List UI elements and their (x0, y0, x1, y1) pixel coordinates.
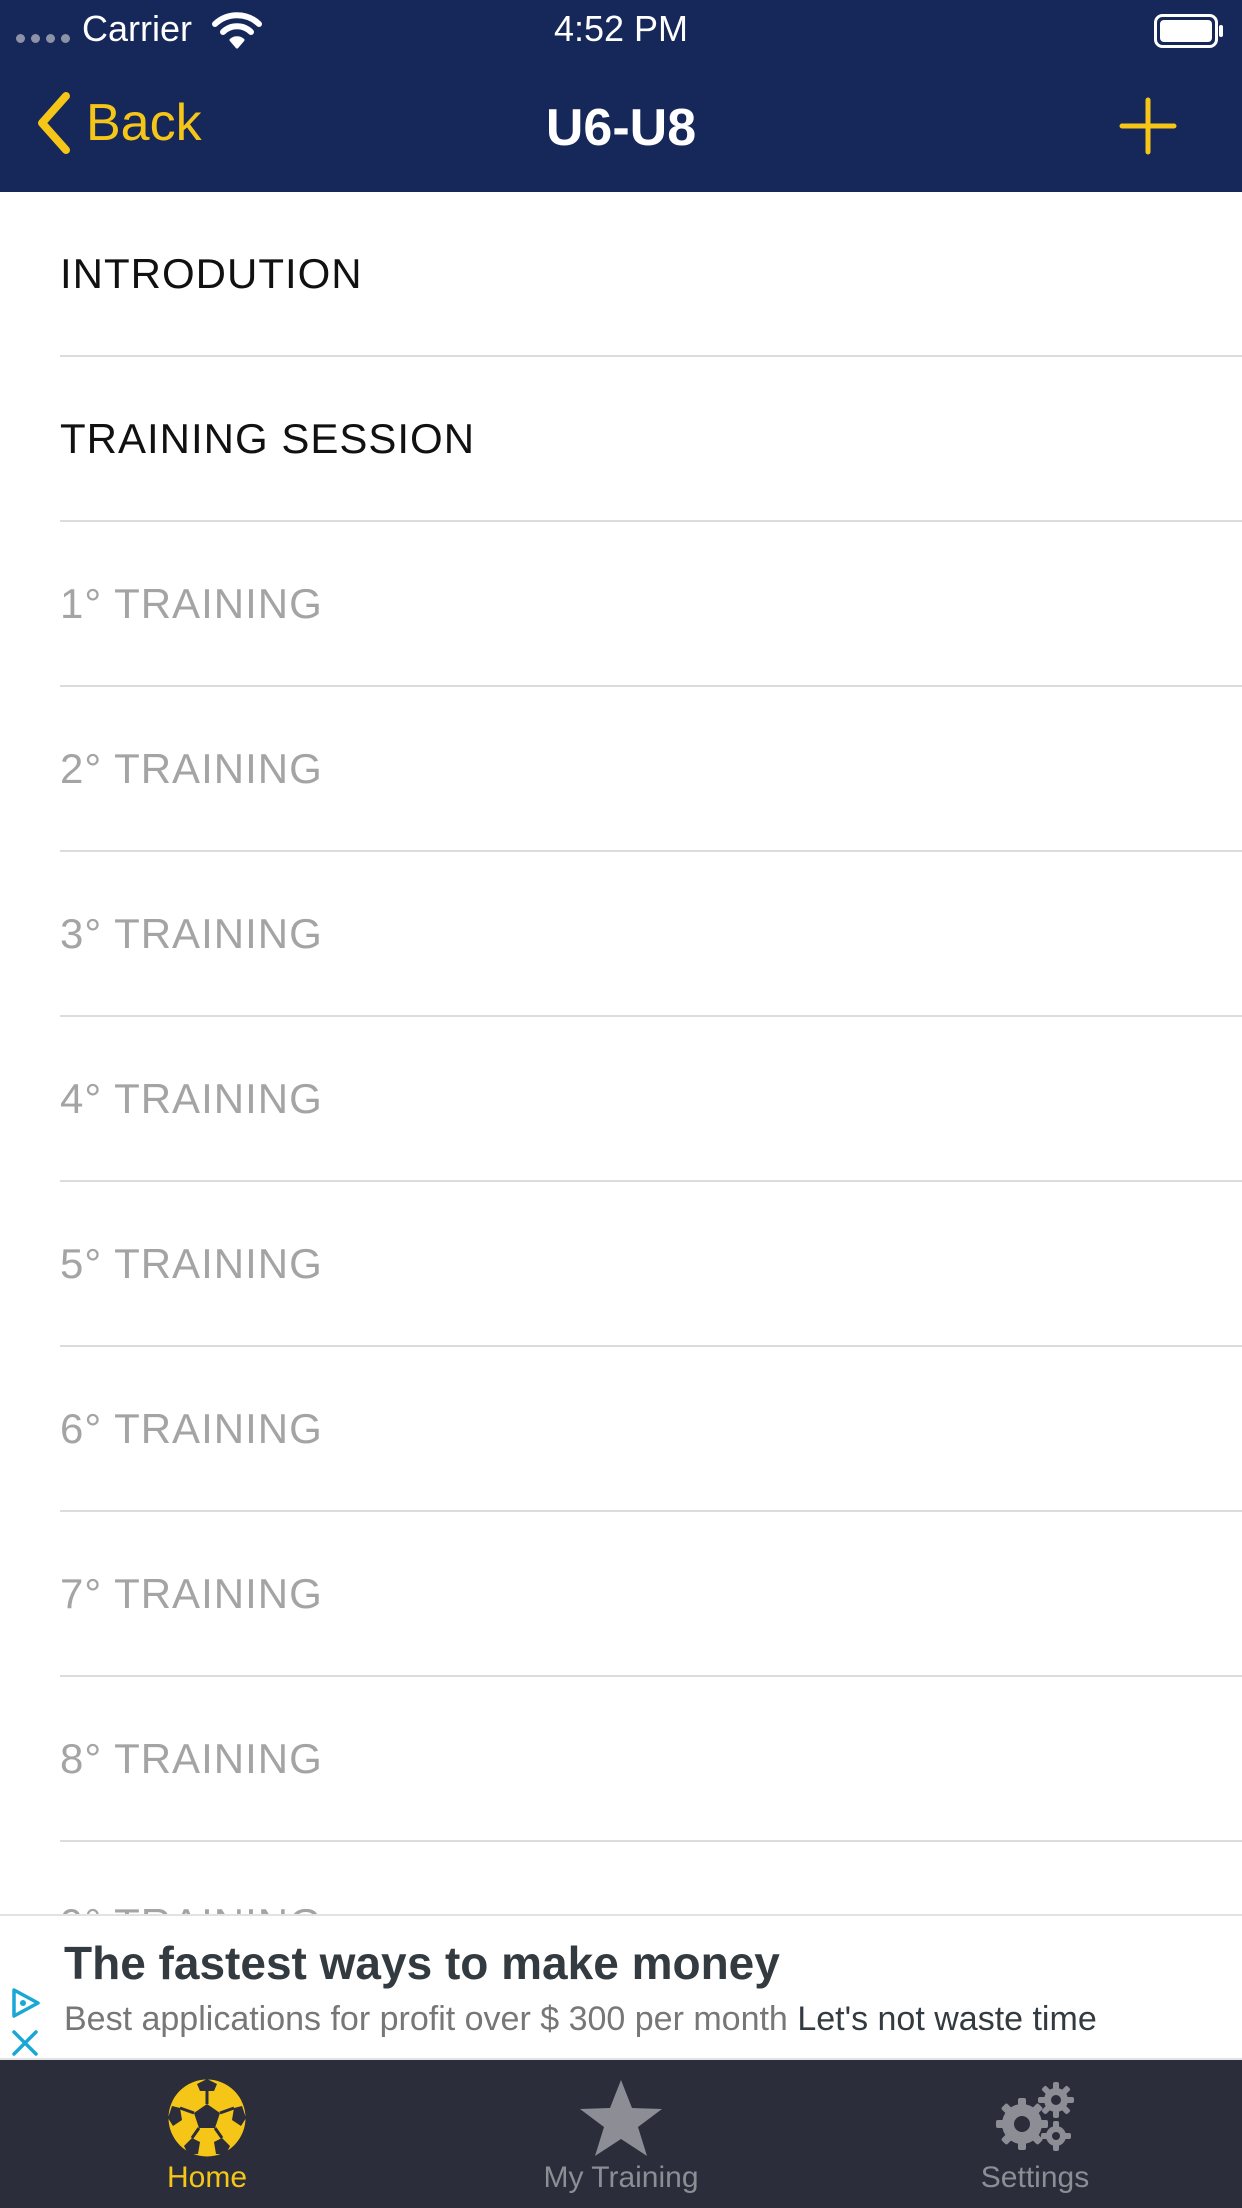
list-item-label: 5° TRAINING (60, 1239, 323, 1287)
tab-bar: Home My Training Settings (0, 2060, 1242, 2208)
tab-label: Home (166, 2161, 248, 2194)
ad-title[interactable]: The fastest ways to make money (64, 1936, 780, 1990)
list-item-label: 1° TRAINING (60, 579, 323, 627)
list-item-training-9[interactable]: 9° TRAINING (60, 1842, 1242, 1915)
status-bar: Carrier 4:52 PM (0, 0, 1242, 58)
list-item-label: 6° TRAINING (60, 1404, 323, 1452)
tab-label: My Training (543, 2161, 699, 2194)
list-item-training-5[interactable]: 5° TRAINING (60, 1182, 1242, 1347)
list-item-label: TRAINING SESSION (60, 414, 476, 462)
battery-icon (1154, 14, 1223, 48)
ad-call-to-action[interactable]: Let's not waste time (797, 2000, 1096, 2038)
list-item-label: 4° TRAINING (60, 1074, 323, 1122)
ad-banner[interactable]: The fastest ways to make money Best appl… (0, 1914, 1242, 2060)
training-list[interactable]: INTRODUTION TRAINING SESSION 1° TRAINING… (0, 192, 1242, 1914)
close-icon[interactable] (10, 2028, 40, 2058)
tab-settings[interactable]: Settings (828, 2060, 1242, 2208)
navigation-bar: Back U6-U8 (0, 58, 1242, 192)
list-item-label: 7° TRAINING (60, 1569, 323, 1617)
ad-body[interactable]: Best applications for profit over $ 300 … (64, 1998, 1097, 2040)
tab-my-training[interactable]: My Training (414, 2060, 828, 2208)
ad-description: Best applications for profit over $ 300 … (64, 2000, 788, 2038)
list-item-training-3[interactable]: 3° TRAINING (60, 852, 1242, 1017)
back-label: Back (86, 94, 202, 152)
soccer-ball-icon (165, 2076, 249, 2160)
list-item-label: 2° TRAINING (60, 744, 323, 792)
list-item-training-8[interactable]: 8° TRAINING (60, 1677, 1242, 1842)
list-item-training-6[interactable]: 6° TRAINING (60, 1347, 1242, 1512)
list-item-training-7[interactable]: 7° TRAINING (60, 1512, 1242, 1677)
list-item-introduction[interactable]: INTRODUTION (60, 192, 1242, 357)
tab-label: Settings (980, 2161, 1090, 2194)
list-item-training-1[interactable]: 1° TRAINING (60, 522, 1242, 687)
list-item-label: 8° TRAINING (60, 1734, 323, 1782)
chevron-left-icon (38, 92, 70, 154)
list-item-label: 3° TRAINING (60, 909, 323, 957)
status-time: 4:52 PM (553, 8, 689, 49)
list-item-training-session[interactable]: TRAINING SESSION (60, 357, 1242, 522)
list-item-training-2[interactable]: 2° TRAINING (60, 687, 1242, 852)
star-icon (580, 2080, 662, 2156)
list-item-label: 9° TRAINING (60, 1899, 323, 1915)
header: Carrier 4:52 PM Back U6-U8 (0, 0, 1242, 192)
tab-home[interactable]: Home (0, 2060, 414, 2208)
gears-icon (996, 2082, 1074, 2151)
list-item-training-4[interactable]: 4° TRAINING (60, 1017, 1242, 1182)
back-button[interactable]: Back (32, 88, 202, 158)
ad-choices-icon[interactable] (8, 1986, 42, 2020)
list-item-label: INTRODUTION (60, 249, 363, 297)
add-button[interactable] (1116, 94, 1180, 158)
